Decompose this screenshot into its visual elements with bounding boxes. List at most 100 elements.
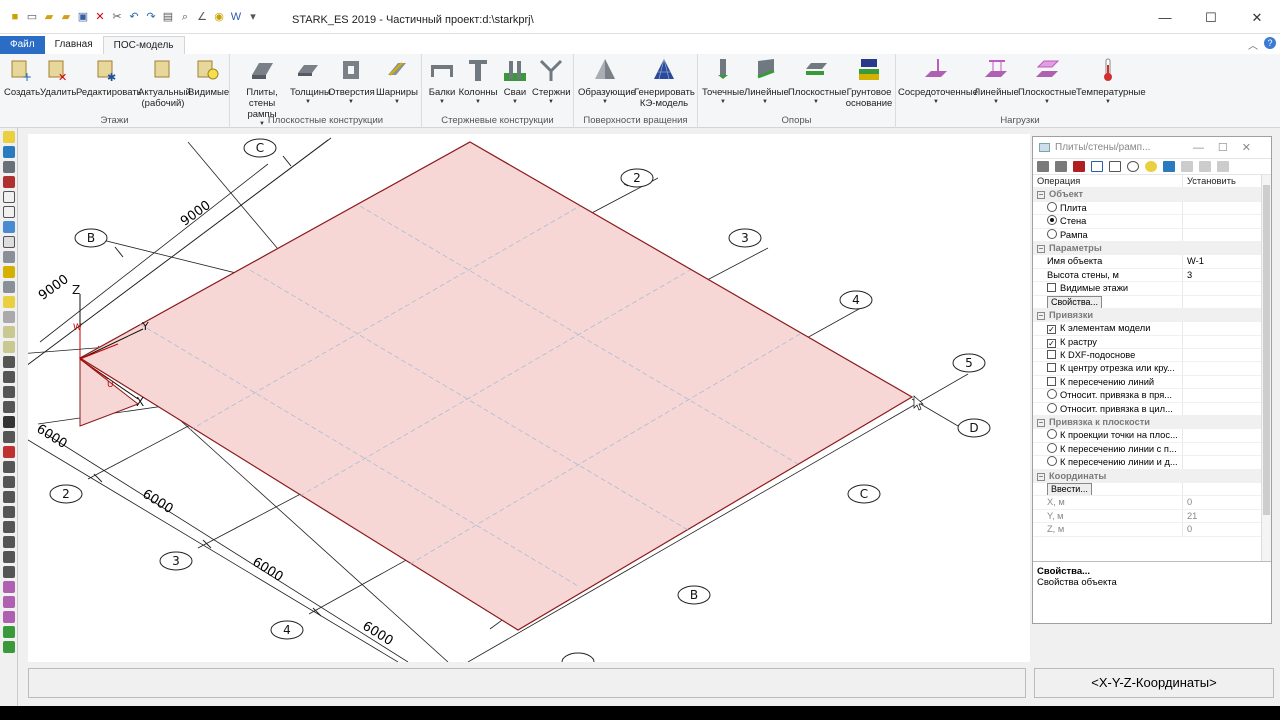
cube-icon[interactable] [1055,161,1067,172]
tool-icon[interactable] [3,326,15,338]
visible-floors-button[interactable]: Видимые [188,57,229,98]
view-icon[interactable] [1217,161,1229,172]
concentrated-loads-button[interactable]: Сосредоточенные ▼ [898,57,978,105]
ribbon-collapse-icon[interactable]: ︿ [1248,37,1258,52]
rods-button[interactable]: Стержни ▼ [532,57,571,105]
cut-icon[interactable]: ✂ [110,10,124,24]
zoom-icon[interactable] [1127,161,1139,172]
tool-icon[interactable] [3,491,15,503]
grid-icon[interactable] [1109,161,1121,172]
coord-x[interactable]: X, м0 [1033,496,1271,510]
grid-icon[interactable] [3,236,15,248]
generate-fe-model-button[interactable]: Генерировать КЭ-модель [634,57,695,109]
tool-icon[interactable] [3,431,15,443]
close-button[interactable]: ✕ [1234,10,1280,26]
cube-icon[interactable] [3,161,15,173]
node-icon[interactable] [3,266,15,278]
create-floor-button[interactable]: + Создать [4,57,40,98]
light-bulb-icon[interactable] [1145,161,1157,172]
checkbox[interactable]: ✓ [1047,338,1056,348]
planar-supports-button[interactable]: Плоскостные ▼ [788,57,847,105]
panel-window-controls[interactable]: —☐✕ [1193,137,1265,159]
beam-i-icon[interactable] [3,296,15,308]
object-name-value[interactable]: W-1 [1183,255,1271,267]
view-icon[interactable] [3,221,15,233]
piles-button[interactable]: Сваи ▼ [500,57,530,105]
support-icon[interactable] [3,626,15,638]
param-object-name[interactable]: Имя объекта W-1 [1033,255,1271,269]
thickness-button[interactable]: Толщины ▼ [290,57,331,105]
category-coords[interactable]: − Координаты [1033,469,1271,483]
plane-snap-line-other[interactable]: К пересечению линии и д... [1033,456,1271,470]
tool-icon[interactable] [3,536,15,548]
light-bulb-icon[interactable] [3,131,15,143]
radio[interactable] [1047,402,1057,413]
delete-icon[interactable]: ✕ [93,10,107,24]
open-folder-icon[interactable]: ▰ [42,10,56,24]
cube-icon[interactable] [1037,161,1049,172]
category-plane-snap[interactable]: − Привязка к плоскости [1033,416,1271,430]
checkbox[interactable] [1047,376,1056,386]
plane-snap-line-plane[interactable]: К пересечению линии с п... [1033,442,1271,457]
enter-coords-button[interactable]: Ввести... [1047,482,1092,496]
edit-floor-button[interactable]: ✱ Редактировать [76,57,142,98]
grid-bubble[interactable]: C [243,138,277,158]
layer-icon[interactable] [3,281,15,293]
category-object[interactable]: − Объект [1033,188,1271,202]
snap-raster[interactable]: ✓ К растру [1033,335,1271,350]
snap-relative-cyl[interactable]: Относит. привязка в цил... [1033,402,1271,417]
soil-base-button[interactable]: Грунтовое основание [844,57,894,109]
openings-button[interactable]: Отверстия ▼ [328,57,375,105]
grid-bubble[interactable]: B [74,228,108,248]
category-snaps[interactable]: − Привязки [1033,308,1271,323]
load-icon[interactable] [3,611,15,623]
checkbox[interactable]: ✓ [1047,325,1056,335]
measure-icon[interactable]: ∠ [195,10,209,24]
panel-scrollbar[interactable] [1261,175,1271,561]
radio[interactable] [1047,456,1057,467]
grid-bubble[interactable]: 4 [270,620,304,640]
radio[interactable] [1047,442,1057,453]
line-supports-button[interactable]: Линейные ▼ [744,57,789,105]
tool-icon[interactable] [3,446,15,458]
coordinates-mode[interactable]: <X-Y-Z-Координаты> [1034,668,1274,698]
grid-bubble[interactable]: 4 [839,290,873,310]
properties-button[interactable]: Свойства... [1047,295,1103,308]
cube-outline-icon[interactable] [3,206,15,218]
collapse-icon[interactable]: − [1037,472,1045,481]
grid-icon[interactable] [3,251,15,263]
generators-button[interactable]: Образующие ▼ [578,57,636,105]
support-icon[interactable] [3,641,15,653]
tab-home[interactable]: Главная [45,36,103,54]
cube-blue-icon[interactable] [3,146,15,158]
view-icon[interactable] [1181,161,1193,172]
option-wall[interactable]: Стена [1033,215,1271,229]
beams-button[interactable]: Балки ▼ [426,57,458,105]
grid-bubble[interactable]: B [677,585,711,605]
grid-bubble[interactable]: 2 [49,484,83,504]
tool-icon[interactable] [3,341,15,353]
help-icon[interactable]: ? [1264,37,1276,49]
planar-loads-button[interactable]: Плоскостные ▼ [1018,57,1077,105]
save-icon[interactable]: ▣ [76,10,90,24]
minimize-button[interactable]: — [1142,10,1188,26]
tool-icon[interactable] [3,386,15,398]
radio-plate[interactable] [1047,201,1057,212]
radio-ramp[interactable] [1047,228,1057,239]
radio[interactable] [1047,429,1057,440]
load-icon[interactable] [3,581,15,593]
tool-icon[interactable] [3,401,15,413]
tool-icon[interactable] [3,566,15,578]
coord-x-value[interactable]: 0 [1183,496,1271,508]
collapse-icon[interactable]: − [1037,244,1045,253]
open-icon[interactable]: ▰ [59,10,73,24]
coord-y[interactable]: Y, м 21 [1033,509,1271,524]
view-icon[interactable] [1199,161,1211,172]
grid-bubble[interactable]: C [847,484,881,504]
tool-icon[interactable] [3,356,15,368]
cube-red-icon[interactable] [3,176,15,188]
word-export-icon[interactable]: W [229,10,243,24]
model-drawing[interactable]: Z Y X W U 9000 9000 6000 6000 6000 6000 … [28,134,1030,662]
tool-icon[interactable] [3,551,15,563]
radio[interactable] [1047,389,1057,400]
